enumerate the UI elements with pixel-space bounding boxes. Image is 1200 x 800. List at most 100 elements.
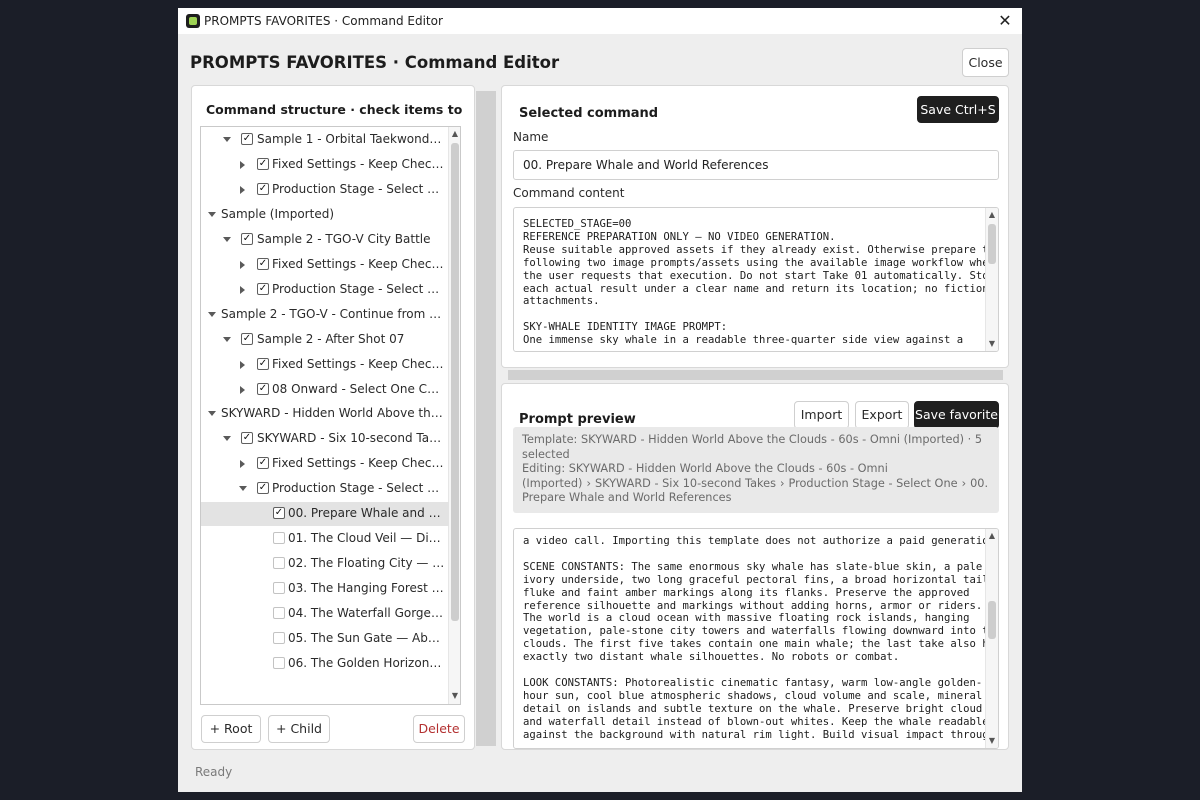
tree-group[interactable]: Sample 2 - TGO-V - Continue from 08 (... xyxy=(201,303,449,327)
tree-scroll-thumb[interactable] xyxy=(451,143,459,621)
item-checkbox[interactable]: ✓ xyxy=(241,133,253,145)
tree-item[interactable]: ✓ Sample 1 - Orbital Taekwondo Ro... xyxy=(201,128,449,152)
tree-group[interactable]: SKYWARD - Hidden World Above the Cl... xyxy=(201,402,449,426)
item-checkbox[interactable]: ✓ xyxy=(257,158,269,170)
expand-right-icon[interactable] xyxy=(238,459,248,469)
expand-down-icon[interactable] xyxy=(222,235,232,245)
content-scrollbar[interactable]: ▲ ▼ xyxy=(985,208,998,351)
expand-down-icon[interactable] xyxy=(207,310,217,320)
expand-right-icon[interactable] xyxy=(238,185,248,195)
tree-item[interactable]: ✓ Sample 2 - TGO-V City Battle xyxy=(201,228,449,252)
expand-right-icon[interactable] xyxy=(238,285,248,295)
page-title: PROMPTS FAVORITES · Command Editor xyxy=(190,53,560,72)
content-scroll-thumb[interactable] xyxy=(988,224,996,264)
preview-scrollbar[interactable]: ▲ ▼ xyxy=(985,529,998,748)
add-root-button[interactable]: + Root xyxy=(201,715,261,743)
close-button[interactable]: Close xyxy=(962,48,1009,77)
item-checkbox[interactable] xyxy=(273,582,285,594)
tree-item[interactable]: ✓ Fixed Settings - Keep Checked xyxy=(201,353,449,377)
expand-right-icon[interactable] xyxy=(238,360,248,370)
item-checkbox[interactable]: ✓ xyxy=(257,358,269,370)
item-checkbox[interactable]: ✓ xyxy=(257,482,269,494)
scroll-up-icon[interactable]: ▲ xyxy=(987,531,997,541)
tree-item[interactable]: ✓ Fixed Settings - Keep Checked xyxy=(201,153,449,177)
window-close-icon[interactable]: ✕ xyxy=(994,11,1016,31)
breadcrumb-chevron-icon: › xyxy=(779,476,785,490)
selected-command-panel: Selected command Save Ctrl+S Name 00. Pr… xyxy=(501,85,1009,368)
tree-item[interactable]: ✓ Production Stage - Select One xyxy=(201,477,449,501)
tree-item[interactable]: ✓ 00. Prepare Whale and Wor... xyxy=(201,502,449,526)
item-checkbox[interactable]: ✓ xyxy=(257,383,269,395)
tree-item[interactable]: ✓Production Stage - Select One,... xyxy=(201,278,449,302)
tree-scrollbar[interactable]: ▲ ▼ xyxy=(448,127,460,704)
expand-down-icon[interactable] xyxy=(222,434,232,444)
item-checkbox[interactable]: ✓ xyxy=(241,333,253,345)
breadcrumb-item: Production Stage - Select One xyxy=(788,476,958,490)
tree-item-label: SKYWARD - Six 10-second Takes xyxy=(257,431,445,445)
horizontal-splitter[interactable] xyxy=(508,370,1003,380)
tree-item[interactable]: 05. The Sun Gate — Above... xyxy=(201,627,449,651)
prompt-preview-panel: Prompt preview Import Export Save favori… xyxy=(501,383,1009,750)
expand-down-icon[interactable] xyxy=(207,210,217,220)
name-label: Name xyxy=(513,130,549,144)
item-checkbox[interactable]: ✓ xyxy=(257,183,269,195)
name-input[interactable]: 00. Prepare Whale and World References xyxy=(513,150,999,180)
expand-right-icon[interactable] xyxy=(238,260,248,270)
tree-item[interactable]: ✓ Fixed Settings - Keep Checked xyxy=(201,452,449,476)
save-favorite-button[interactable]: Save favorite xyxy=(914,401,999,429)
tree-item[interactable]: 02. The Floating City — A P... xyxy=(201,552,449,576)
tree-item[interactable]: ✓08 Onward - Select One Comp... xyxy=(201,378,449,402)
scroll-down-icon[interactable]: ▼ xyxy=(987,339,997,349)
item-checkbox[interactable]: ✓ xyxy=(241,432,253,444)
item-checkbox[interactable] xyxy=(273,657,285,669)
tree-group[interactable]: Sample (Imported) xyxy=(201,203,449,227)
expand-down-icon[interactable] xyxy=(222,335,232,345)
scroll-up-icon[interactable]: ▲ xyxy=(987,210,997,220)
tree-item-label: Fixed Settings - Keep Checked xyxy=(272,257,445,271)
tree-item-label: 02. The Floating City — A P... xyxy=(288,556,445,570)
command-content-text: SELECTED_STAGE=00 REFERENCE PREPARATION … xyxy=(523,218,999,347)
app-icon xyxy=(186,14,200,28)
item-checkbox[interactable] xyxy=(273,557,285,569)
expand-right-icon[interactable] xyxy=(238,385,248,395)
prompt-preview-title: Prompt preview xyxy=(519,412,636,427)
expand-down-icon[interactable] xyxy=(207,409,217,419)
tree-item-label: Production Stage - Select One,... xyxy=(272,182,445,196)
preview-scroll-thumb[interactable] xyxy=(988,601,996,639)
add-child-button[interactable]: + Child xyxy=(268,715,330,743)
prompt-preview-textarea[interactable]: a video call. Importing this template do… xyxy=(513,528,999,749)
expand-down-icon[interactable] xyxy=(238,484,248,494)
scroll-down-icon[interactable]: ▼ xyxy=(450,691,460,701)
scroll-down-icon[interactable]: ▼ xyxy=(987,736,997,746)
item-checkbox[interactable] xyxy=(273,532,285,544)
tree-item-label: Production Stage - Select One,... xyxy=(272,282,445,296)
tree-item[interactable]: ✓Production Stage - Select One,... xyxy=(201,178,449,202)
command-content-textarea[interactable]: SELECTED_STAGE=00 REFERENCE PREPARATION … xyxy=(513,207,999,352)
item-checkbox[interactable] xyxy=(273,607,285,619)
import-button[interactable]: Import xyxy=(794,401,849,429)
command-tree[interactable]: ▲ ▼ ✓Sample 1 - Orbital Taekwondo Ro...✓… xyxy=(200,126,461,705)
item-checkbox[interactable] xyxy=(273,632,285,644)
expand-down-icon[interactable] xyxy=(222,135,232,145)
tree-item[interactable]: 01. The Cloud Veil — Disco... xyxy=(201,527,449,551)
item-checkbox[interactable]: ✓ xyxy=(257,457,269,469)
tree-item[interactable]: ✓ Sample 2 - After Shot 07 xyxy=(201,328,449,352)
tree-item[interactable]: 06. The Golden Horizon — ... xyxy=(201,652,449,676)
scroll-up-icon[interactable]: ▲ xyxy=(450,129,460,139)
item-checkbox[interactable]: ✓ xyxy=(273,507,285,519)
tree-item[interactable]: ✓ SKYWARD - Six 10-second Takes xyxy=(201,427,449,451)
item-checkbox[interactable]: ✓ xyxy=(257,283,269,295)
tree-item[interactable]: ✓ Fixed Settings - Keep Checked xyxy=(201,253,449,277)
vertical-splitter[interactable] xyxy=(476,91,496,746)
save-button[interactable]: Save Ctrl+S xyxy=(917,96,999,123)
title-bar: PROMPTS FAVORITES · Command Editor ✕ xyxy=(178,8,1022,34)
delete-button[interactable]: Delete xyxy=(413,715,465,743)
breadcrumb-chevron-icon: › xyxy=(586,476,591,490)
expand-right-icon[interactable] xyxy=(238,160,248,170)
tree-item[interactable]: 03. The Hanging Forest — ... xyxy=(201,577,449,601)
export-button[interactable]: Export xyxy=(855,401,909,429)
tree-item-label: Sample 2 - After Shot 07 xyxy=(257,332,405,346)
tree-item[interactable]: 04. The Waterfall Gorge — ... xyxy=(201,602,449,626)
item-checkbox[interactable]: ✓ xyxy=(241,233,253,245)
item-checkbox[interactable]: ✓ xyxy=(257,258,269,270)
